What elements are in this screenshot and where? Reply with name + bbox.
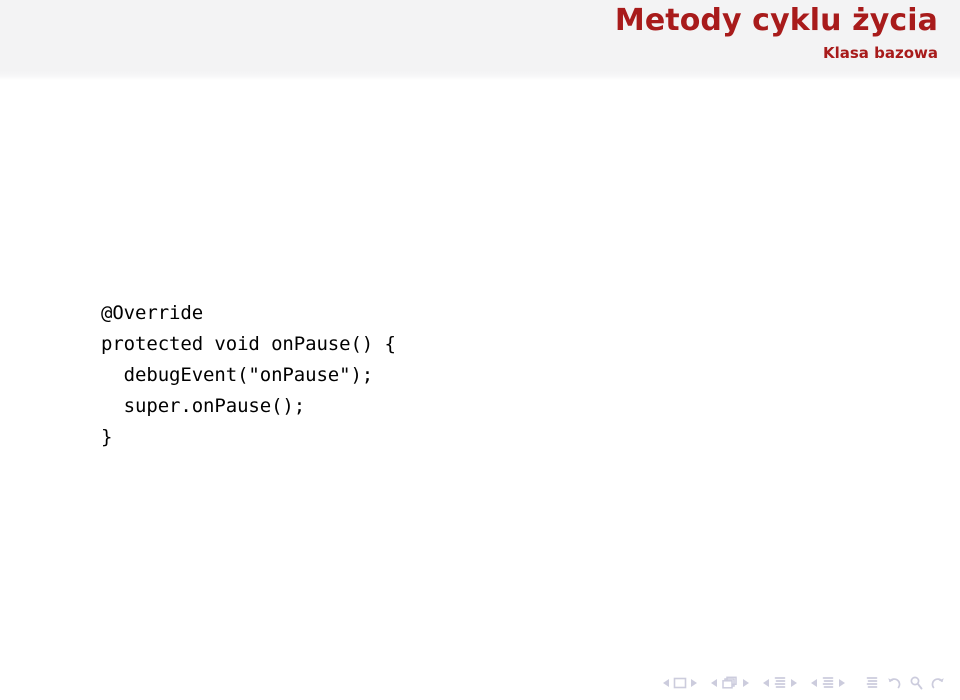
presentation-icon[interactable]	[865, 676, 879, 690]
next-section-button[interactable]	[839, 679, 845, 687]
previous-subsection-button[interactable]	[763, 679, 769, 687]
code-block: @Override protected void onPause() { debu…	[101, 298, 396, 453]
forward-icon[interactable]	[930, 675, 946, 691]
header-titles: Metody cyklu życia Klasa bazowa	[615, 0, 938, 63]
code-line: super.onPause();	[101, 395, 306, 417]
page-subtitle: Klasa bazowa	[822, 44, 938, 62]
beamer-navigation-bar	[663, 672, 946, 694]
back-icon[interactable]	[886, 675, 902, 691]
section-navigation-group	[811, 676, 845, 690]
page-title: Metody cyklu życia	[614, 3, 938, 38]
next-slide-button[interactable]	[691, 679, 697, 687]
frame-navigation-group	[711, 676, 749, 690]
slide-navigation-group	[663, 677, 697, 689]
code-line: @Override	[101, 302, 204, 324]
slide-header: Metody cyklu życia Klasa bazowa	[0, 0, 960, 80]
subsection-navigation-group	[763, 676, 797, 690]
slide-body: @Override protected void onPause() { debu…	[0, 80, 960, 660]
frames-icon[interactable]	[721, 676, 739, 690]
subsection-icon[interactable]	[773, 676, 787, 690]
previous-frame-button[interactable]	[711, 679, 717, 687]
next-subsection-button[interactable]	[791, 679, 797, 687]
code-line: }	[101, 426, 113, 448]
code-line: debugEvent("onPause");	[101, 364, 374, 386]
previous-section-button[interactable]	[811, 679, 817, 687]
misc-navigation-group	[865, 675, 946, 691]
slide-icon[interactable]	[673, 677, 687, 689]
code-line: protected void onPause() {	[101, 333, 396, 355]
section-icon[interactable]	[821, 676, 835, 690]
next-frame-button[interactable]	[743, 679, 749, 687]
search-icon[interactable]	[909, 675, 923, 691]
previous-slide-button[interactable]	[663, 679, 669, 687]
